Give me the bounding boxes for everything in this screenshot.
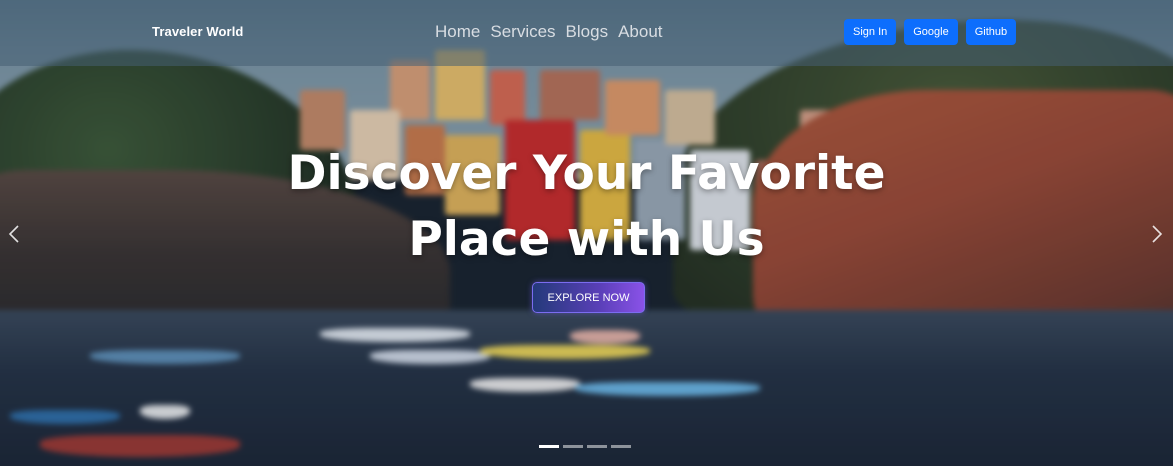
nav-link-services[interactable]: Services <box>490 22 555 42</box>
carousel-indicator-1[interactable] <box>539 445 559 448</box>
navbar: Traveler World Home Services Blogs About… <box>0 0 1173 66</box>
carousel-indicator-3[interactable] <box>587 445 607 448</box>
github-button[interactable]: Github <box>965 19 1017 45</box>
carousel-indicators <box>539 445 631 448</box>
nav-link-blogs[interactable]: Blogs <box>566 22 609 42</box>
explore-now-button[interactable]: EXPLORE NOW <box>532 282 645 313</box>
carousel-indicator-4[interactable] <box>611 445 631 448</box>
nav-link-home[interactable]: Home <box>435 22 480 42</box>
nav-links: Home Services Blogs About <box>435 22 663 42</box>
auth-buttons: Sign In Google Github <box>844 19 1017 45</box>
brand-logo-text[interactable]: Traveler World <box>152 24 243 39</box>
hero-headline-line1: Discover Your Favorite <box>287 146 886 201</box>
hero-carousel: Traveler World Home Services Blogs About… <box>0 0 1173 466</box>
hero-headline-line2: Place with Us <box>408 212 765 267</box>
hero-headline: Discover Your Favorite Place with Us <box>0 141 1173 273</box>
carousel-indicator-2[interactable] <box>563 445 583 448</box>
nav-link-about[interactable]: About <box>618 22 662 42</box>
sign-in-button[interactable]: Sign In <box>844 19 897 45</box>
google-button[interactable]: Google <box>904 19 958 45</box>
